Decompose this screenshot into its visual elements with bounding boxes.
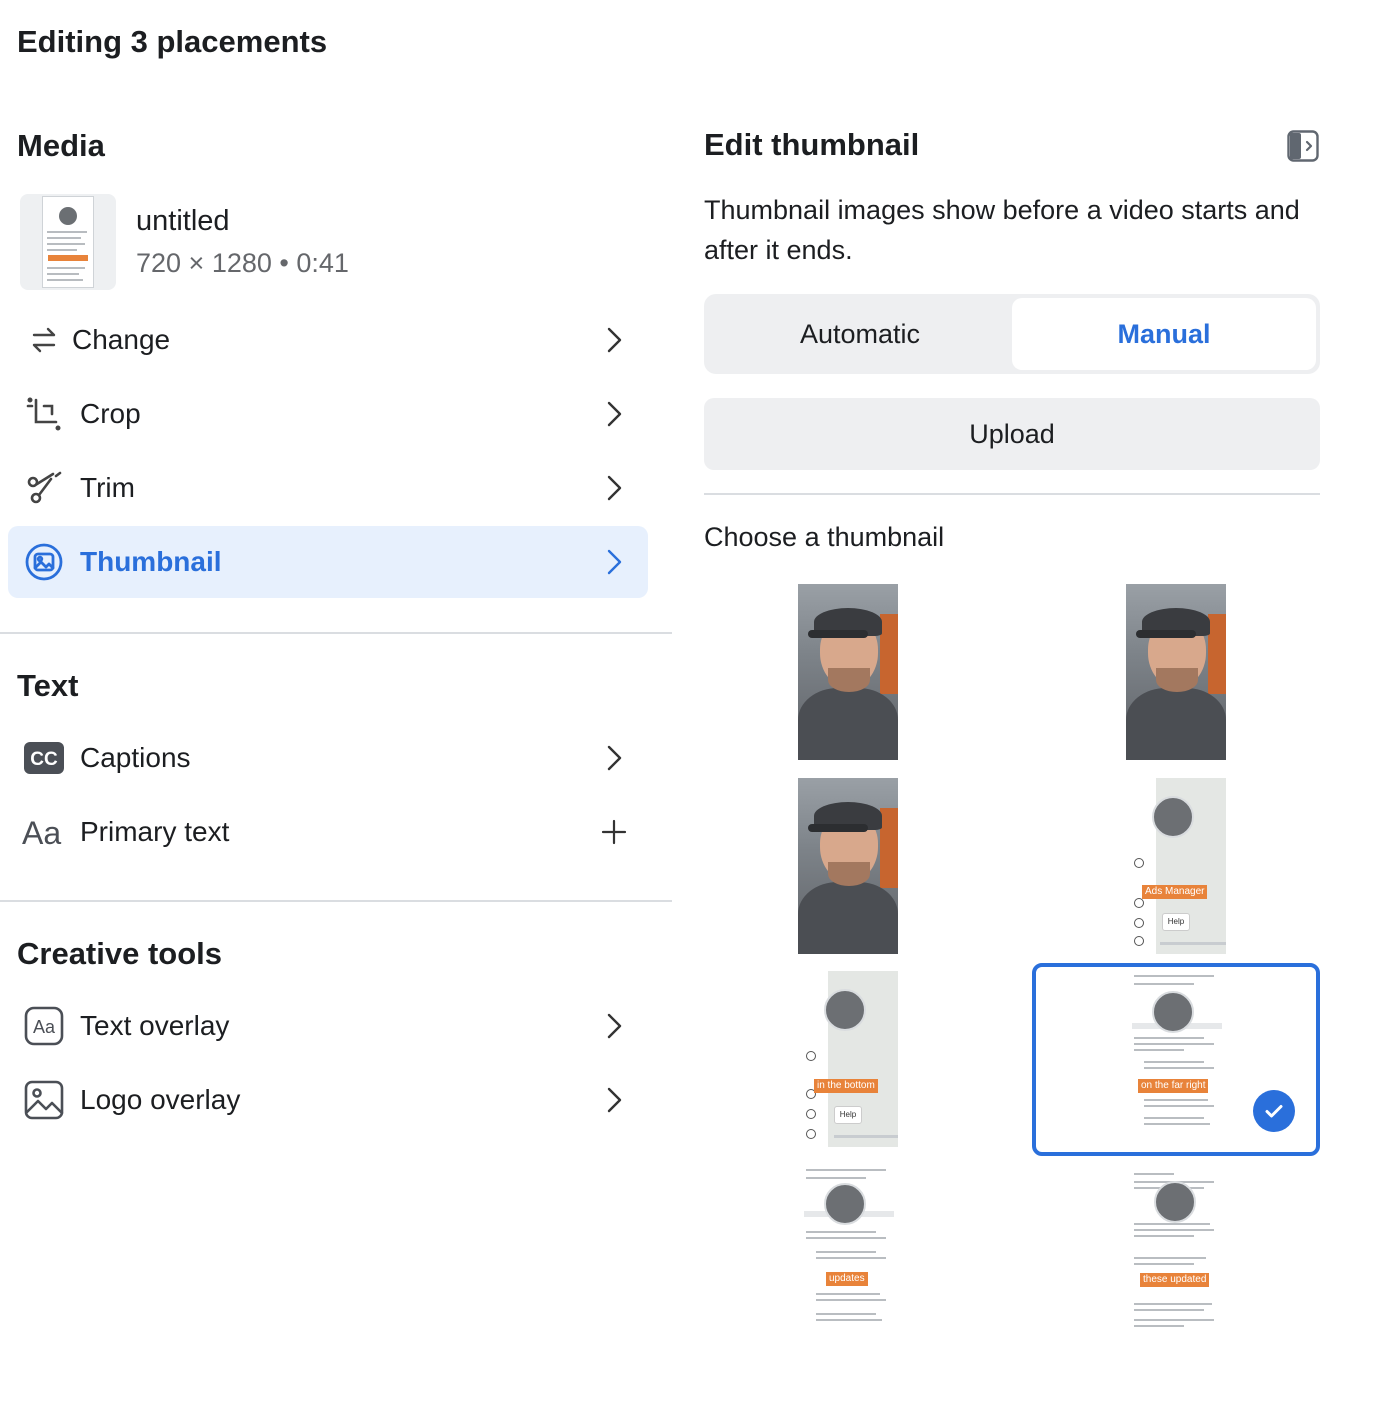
creative-tools-section-title: Creative tools: [17, 936, 223, 971]
chevron-right-icon: [607, 745, 622, 771]
scissors-icon: [22, 466, 66, 510]
thumbnail-description: Thumbnail images show before a video sta…: [704, 195, 1300, 265]
choose-thumbnail-label: Choose a thumbnail: [704, 522, 945, 552]
thumbnail-option-8[interactable]: these updated: [1126, 1165, 1226, 1341]
thumbnail-avatar: [1154, 1181, 1196, 1223]
thumbnail-option-2[interactable]: [1126, 584, 1226, 760]
thumbnail-option-7[interactable]: updates: [798, 1165, 898, 1341]
text-overlay-icon: Aa: [22, 1004, 66, 1048]
section-divider: [704, 493, 1320, 495]
image-icon: [22, 540, 66, 584]
section-divider: [0, 632, 672, 634]
svg-text:CC: CC: [30, 749, 58, 770]
swap-icon: [22, 318, 66, 362]
mode-manual-button[interactable]: Manual: [1012, 298, 1316, 370]
creative-item-text-overlay[interactable]: Aa Text overlay: [8, 990, 648, 1062]
edit-thumbnail-title: Edit thumbnail: [704, 127, 920, 162]
thumbnail-mode-toggle: Automatic Manual: [704, 294, 1320, 374]
creative-item-label: Text overlay: [80, 1010, 230, 1041]
creative-item-label: Logo overlay: [80, 1084, 241, 1115]
thumbnail-overlay-text: in the bottom: [814, 1079, 878, 1093]
left-panel: Media untitled 720 × 1280 • 0:41 Change …: [0, 0, 672, 1402]
thumbnail-overlay-text: these updated: [1140, 1273, 1210, 1287]
media-item-change[interactable]: Change: [8, 304, 648, 376]
media-item-crop[interactable]: Crop: [8, 378, 648, 450]
svg-text:Aa: Aa: [33, 1017, 56, 1037]
thumbnail-help-label: Help: [1162, 913, 1190, 931]
thumbnail-photo-background: [880, 614, 898, 694]
thumbnail-option-1[interactable]: [798, 584, 898, 760]
chevron-right-icon: [607, 475, 622, 501]
thumbnail-option-3[interactable]: [798, 778, 898, 954]
media-file-meta: 720 × 1280 • 0:41: [136, 248, 349, 278]
media-item-label: Trim: [80, 472, 135, 503]
media-item-label: Crop: [80, 398, 141, 429]
chevron-right-icon: [607, 1087, 622, 1113]
text-item-label: Primary text: [80, 816, 230, 847]
chevron-right-icon: [607, 401, 622, 427]
thumbnail-help-label: Help: [834, 1106, 862, 1124]
thumbnail-overlay-text: updates: [826, 1272, 868, 1286]
text-aa-icon: Aa: [22, 810, 66, 854]
thumbnail-avatar: [824, 989, 866, 1031]
media-section-title: Media: [17, 128, 105, 163]
mode-automatic-button[interactable]: Automatic: [708, 298, 1012, 370]
text-item-label: Captions: [80, 742, 191, 773]
media-item-label: Change: [72, 324, 171, 355]
cc-icon: CC: [22, 736, 66, 780]
media-file-name: untitled: [136, 205, 230, 237]
creative-item-logo-overlay[interactable]: Logo overlay: [8, 1064, 648, 1136]
crop-icon: [22, 392, 66, 436]
media-card: untitled 720 × 1280 • 0:41: [20, 194, 349, 290]
text-item-primary-text[interactable]: Aa Primary text: [8, 796, 648, 868]
thumbnail-option-4[interactable]: Ads Manager Help: [1126, 778, 1226, 954]
media-thumbnail: [20, 194, 116, 290]
chevron-right-icon: [607, 549, 622, 575]
media-item-label: Thumbnail: [80, 546, 222, 577]
thumbnail-overlay-text: Ads Manager: [1142, 885, 1208, 899]
text-item-captions[interactable]: CC Captions: [8, 722, 648, 794]
chevron-right-icon: [607, 1013, 622, 1039]
media-item-trim[interactable]: Trim: [8, 452, 648, 524]
side-panel-toggle-icon[interactable]: [1287, 130, 1319, 162]
thumbnail-avatar: [824, 1183, 866, 1225]
plus-icon: [601, 819, 627, 845]
chevron-right-icon: [607, 327, 622, 353]
logo-overlay-icon: [22, 1078, 66, 1122]
text-section-title: Text: [17, 668, 79, 703]
svg-text:Aa: Aa: [22, 815, 61, 850]
media-item-thumbnail[interactable]: Thumbnail: [8, 526, 648, 598]
upload-button[interactable]: Upload: [704, 398, 1320, 470]
thumbnail-avatar: [1152, 796, 1194, 838]
thumbnail-option-5[interactable]: in the bottom Help: [798, 971, 898, 1147]
section-divider: [0, 900, 672, 902]
checkmark-icon: [1253, 1090, 1295, 1132]
